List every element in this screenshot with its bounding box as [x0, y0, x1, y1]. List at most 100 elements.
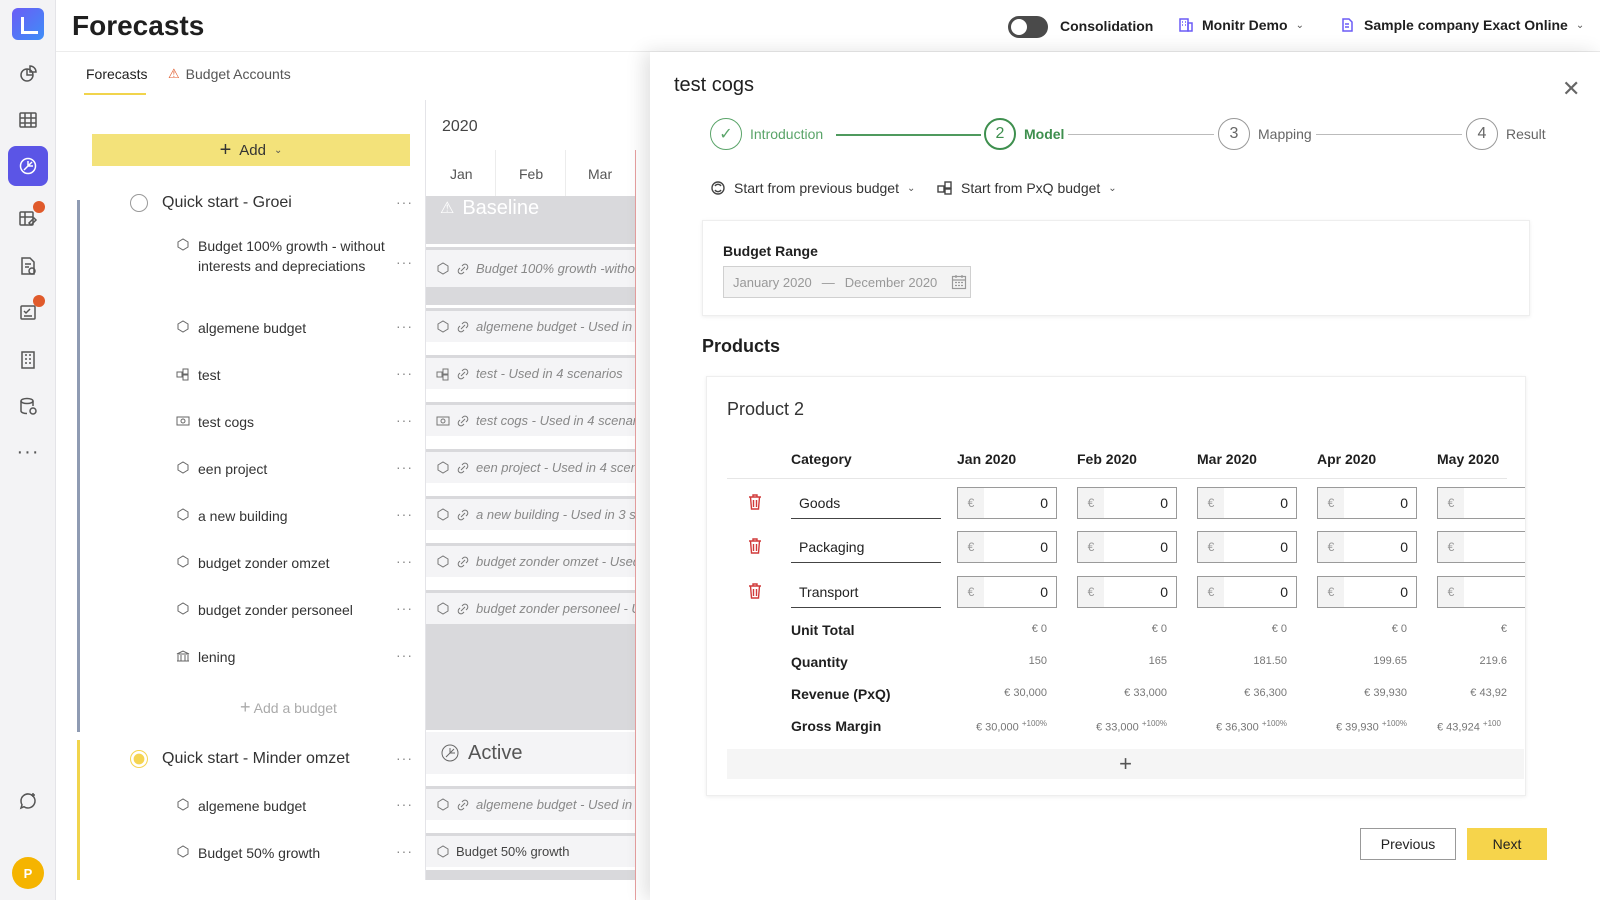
- timeline-row-text: Budget 100% growth -without interests an…: [476, 261, 636, 276]
- gross-margin-value: € 30,000: [975, 721, 1019, 734]
- amount-input[interactable]: €0: [1317, 531, 1417, 563]
- document-add-icon[interactable]: [8, 246, 48, 286]
- more-options-icon[interactable]: ···: [396, 254, 413, 270]
- more-options-icon[interactable]: ···: [396, 459, 413, 475]
- trash-icon[interactable]: [747, 493, 763, 511]
- header-divider: [727, 478, 1507, 479]
- more-options-icon[interactable]: ···: [396, 194, 413, 210]
- amount-input[interactable]: €0: [957, 487, 1057, 519]
- previous-button[interactable]: Previous: [1360, 828, 1456, 860]
- more-options-icon[interactable]: ···: [396, 412, 413, 428]
- timeline-row[interactable]: algemene budget - Used in 4 scenarios: [426, 786, 636, 820]
- more-options-icon[interactable]: ···: [396, 318, 413, 334]
- amount-input[interactable]: €0: [957, 531, 1057, 563]
- category-name-input[interactable]: Packaging: [791, 531, 941, 563]
- table-edit-icon[interactable]: [8, 198, 48, 238]
- add-budget-link[interactable]: + Add a budget: [240, 697, 337, 718]
- quantity-value: 219.6: [1479, 655, 1507, 667]
- scenario-group-minder-omzet[interactable]: Quick start - Minder omzet: [130, 750, 350, 768]
- more-options-icon[interactable]: ···: [396, 647, 413, 663]
- avatar[interactable]: P: [12, 857, 44, 889]
- amount-input[interactable]: €0: [1077, 531, 1177, 563]
- budget-range-picker[interactable]: January 2020 — December 2020: [723, 266, 971, 298]
- more-options-icon[interactable]: ···: [396, 365, 413, 381]
- tab-budget-accounts[interactable]: ⚠ Budget Accounts: [168, 66, 291, 82]
- amount-input[interactable]: €0: [1197, 576, 1297, 608]
- scenario-radio[interactable]: [130, 194, 148, 212]
- pxq-budget-icon: [176, 368, 189, 381]
- budget-item[interactable]: test cogs: [176, 412, 416, 432]
- category-name-input[interactable]: Transport: [791, 576, 941, 608]
- building-icon[interactable]: [8, 340, 48, 380]
- budget-item[interactable]: algemene budget: [176, 318, 416, 338]
- add-category-button[interactable]: +: [727, 749, 1524, 779]
- euro-icon: €: [1078, 488, 1104, 518]
- scenario-group-name: Quick start - Minder omzet: [162, 750, 350, 767]
- start-from-previous-dropdown[interactable]: Start from previous budget ⌄: [710, 180, 915, 196]
- budget-item[interactable]: budget zonder personeel: [176, 600, 416, 620]
- analytics-icon[interactable]: [8, 54, 48, 94]
- tasks-icon[interactable]: [8, 292, 48, 332]
- app-logo-icon[interactable]: [12, 8, 44, 40]
- budget-item[interactable]: Budget 50% growth: [176, 843, 416, 863]
- budget-item[interactable]: budget zonder omzet: [176, 553, 416, 573]
- budget-item[interactable]: algemene budget: [176, 796, 416, 816]
- timeline-row[interactable]: Budget 100% growth -without interests an…: [426, 247, 636, 287]
- amount-input[interactable]: €0: [1317, 487, 1417, 519]
- budget-item[interactable]: lening: [176, 647, 416, 667]
- scenario-radio-active[interactable]: [130, 750, 148, 768]
- step-result[interactable]: 4 Result: [1466, 118, 1546, 150]
- more-options-icon[interactable]: ···: [396, 600, 413, 616]
- more-icon[interactable]: ···: [8, 432, 48, 472]
- baseline-label: Baseline: [462, 196, 540, 219]
- company-dropdown[interactable]: Sample company Exact Online ⌄: [1340, 17, 1584, 33]
- budget-item-name: een project: [198, 461, 268, 477]
- budget-item[interactable]: a new building: [176, 506, 416, 526]
- euro-icon: €: [1078, 577, 1104, 607]
- trash-icon[interactable]: [747, 537, 763, 555]
- step-introduction[interactable]: ✓ Introduction: [710, 118, 823, 150]
- budget-item[interactable]: Budget 100% growth - without interests a…: [176, 236, 416, 276]
- timeline-row[interactable]: budget zonder omzet - Used in 4 scenario…: [426, 543, 636, 577]
- amount-input[interactable]: €0: [1077, 487, 1177, 519]
- tab-forecasts[interactable]: Forecasts: [86, 66, 147, 82]
- timeline-row[interactable]: een project - Used in 4 scenarios: [426, 449, 636, 483]
- euro-icon: €: [1438, 488, 1464, 518]
- more-options-icon[interactable]: ···: [396, 506, 413, 522]
- category-name-input[interactable]: Goods: [791, 487, 941, 519]
- more-options-icon[interactable]: ···: [396, 553, 413, 569]
- close-icon[interactable]: ✕: [1562, 76, 1580, 102]
- budget-item[interactable]: een project: [176, 459, 416, 479]
- amount-input[interactable]: €: [1437, 576, 1525, 608]
- timeline-row[interactable]: a new building - Used in 3 scenarios: [426, 496, 636, 530]
- database-icon[interactable]: [8, 386, 48, 426]
- timeline-row[interactable]: test cogs - Used in 4 scenarios: [426, 402, 636, 436]
- scenario-group-groei[interactable]: Quick start - Groei: [130, 194, 292, 212]
- amount-input[interactable]: €0: [1197, 531, 1297, 563]
- org-dropdown[interactable]: Monitr Demo ⌄: [1178, 17, 1304, 33]
- step-model[interactable]: 2 Model: [984, 118, 1064, 150]
- amount-input[interactable]: €: [1437, 487, 1525, 519]
- amount-input[interactable]: €0: [1077, 576, 1177, 608]
- timeline-row[interactable]: budget zonder personeel - Used in 4 scen…: [426, 590, 636, 624]
- amount-input[interactable]: €0: [1197, 487, 1297, 519]
- budget-item[interactable]: test: [176, 365, 416, 385]
- next-button[interactable]: Next: [1467, 828, 1547, 860]
- add-button[interactable]: + Add ⌄: [92, 134, 410, 166]
- step-mapping[interactable]: 3 Mapping: [1218, 118, 1312, 150]
- timeline-row[interactable]: test - Used in 4 scenarios: [426, 355, 636, 389]
- start-from-pxq-dropdown[interactable]: Start from PxQ budget ⌄: [937, 180, 1117, 196]
- amount-input[interactable]: €: [1437, 531, 1525, 563]
- consolidation-toggle[interactable]: [1008, 16, 1048, 38]
- chat-sparkle-icon[interactable]: [8, 782, 48, 822]
- timeline-row[interactable]: Budget 50% growth: [426, 833, 636, 867]
- amount-input[interactable]: €0: [1317, 576, 1417, 608]
- trash-icon[interactable]: [747, 582, 763, 600]
- grid-icon[interactable]: [8, 100, 48, 140]
- forecasts-icon[interactable]: [8, 146, 48, 186]
- more-options-icon[interactable]: ···: [396, 843, 413, 859]
- more-options-icon[interactable]: ···: [396, 796, 413, 812]
- amount-input[interactable]: €0: [957, 576, 1057, 608]
- more-options-icon[interactable]: ···: [396, 750, 413, 766]
- timeline-row[interactable]: algemene budget - Used in 4 scenarios: [426, 308, 636, 342]
